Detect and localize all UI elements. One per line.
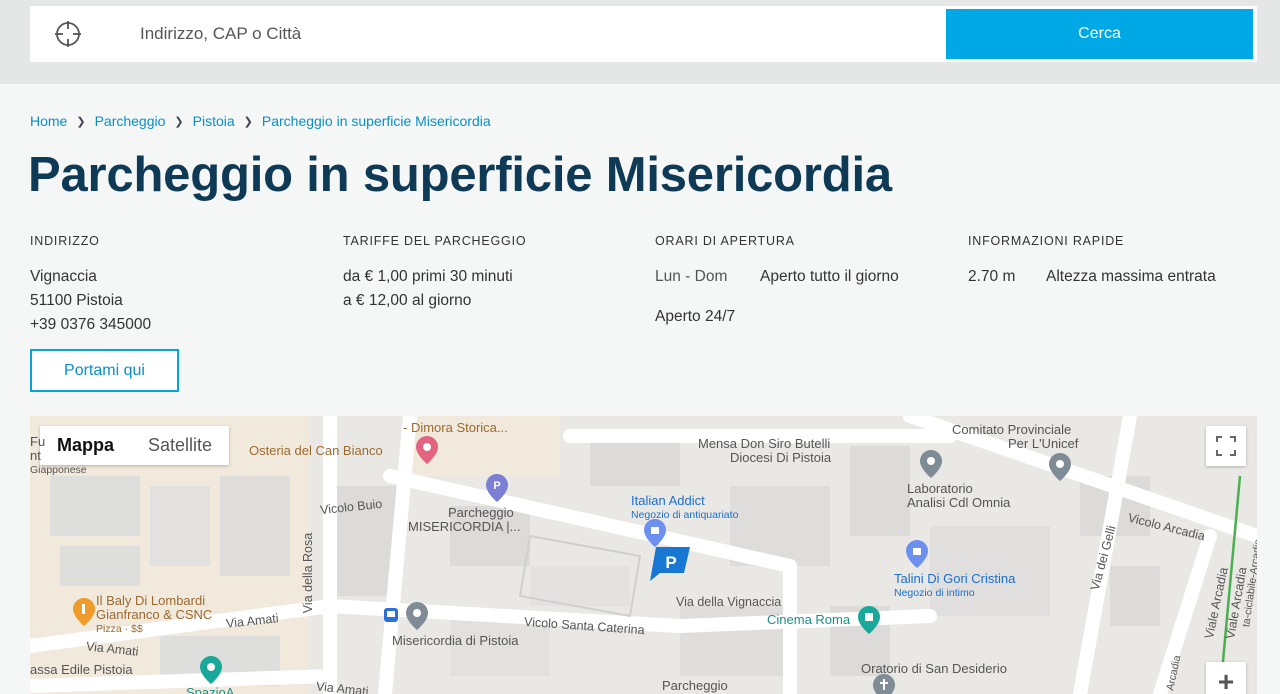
map-label: Comitato Provinciale	[952, 422, 1072, 437]
search-box: Cerca	[30, 6, 1257, 62]
chevron-right-icon: ❯	[174, 115, 184, 128]
parking-pin-icon[interactable]: P	[486, 474, 508, 502]
breadcrumb: Home ❯ Parcheggio ❯ Pistoia ❯ Parcheggio…	[30, 113, 491, 129]
address-street: Vignaccia	[30, 268, 97, 285]
breadcrumb-pistoia[interactable]: Pistoia	[193, 113, 235, 129]
svg-text:P: P	[493, 480, 500, 492]
tariff-line: a € 12,00 al giorno	[343, 292, 472, 309]
map-type-control: Mappa Satellite	[40, 426, 230, 465]
address-phone: +39 0376 345000	[30, 316, 152, 333]
hours-extra: Aperto 24/7	[655, 308, 736, 325]
map-label: Parcheggio	[448, 505, 514, 520]
map-label: - Dimora Storica...	[403, 420, 508, 435]
tariffs-section: TARIFFE DEL PARCHEGGIO da € 1,00 primi 3…	[343, 234, 526, 313]
map-label: SpazioA	[186, 685, 235, 694]
cinema-pin-icon[interactable]	[858, 606, 880, 634]
map-label: Diocesi Di Pistoia	[730, 450, 832, 465]
map-label: Oratorio di San Desiderio	[861, 661, 1007, 676]
map-label: Il Baly Di Lombardi	[96, 593, 206, 608]
hours-section: ORARI DI APERTURA Lun - Dom Aperto tutto…	[655, 234, 899, 329]
map-label: Cinema Roma	[767, 612, 851, 627]
map-label: assa Edile Pistoia	[30, 662, 133, 677]
poi-pin-icon[interactable]	[416, 436, 438, 464]
poi-pin-icon[interactable]	[200, 656, 222, 684]
bus-stop-icon[interactable]	[384, 608, 398, 622]
hours-days: Lun - Dom	[655, 268, 728, 285]
church-pin-icon[interactable]	[873, 674, 895, 694]
hours-header: ORARI DI APERTURA	[655, 234, 795, 248]
fullscreen-icon	[1216, 436, 1236, 456]
shop-pin-icon[interactable]	[644, 519, 666, 547]
zoom-in-button[interactable]: +	[1206, 662, 1246, 694]
map-label: Osteria del Can Bianco	[249, 443, 383, 458]
map-type-map[interactable]: Mappa	[40, 426, 131, 465]
poi-pin-icon[interactable]	[1049, 453, 1071, 481]
poi-pin-icon[interactable]	[406, 602, 428, 630]
address-header: INDIRIZZO	[30, 234, 100, 248]
quick-info-section: INFORMAZIONI RAPIDE 2.70 m Altezza massi…	[968, 234, 1216, 289]
directions-button[interactable]: Portami qui	[30, 349, 179, 392]
chevron-right-icon: ❯	[76, 115, 86, 128]
street-label: Via della Rosa	[301, 532, 316, 614]
map-label: Pizza · $$	[96, 623, 143, 635]
restaurant-pin-icon[interactable]	[73, 598, 95, 626]
poi-pin-icon[interactable]	[920, 450, 942, 478]
locate-icon[interactable]	[54, 20, 82, 48]
address-city: 51100 Pistoia	[30, 292, 123, 309]
map-label: nt	[30, 448, 41, 463]
shop-pin-icon[interactable]	[906, 540, 928, 568]
map-label: Per L'Unicef	[1008, 436, 1079, 451]
breadcrumb-parcheggio[interactable]: Parcheggio	[95, 113, 166, 129]
map-label: Analisi Cdl Omnia	[907, 495, 1011, 510]
tariffs-header: TARIFFE DEL PARCHEGGIO	[343, 234, 527, 248]
search-input[interactable]	[140, 6, 940, 62]
search-bar-area: Cerca	[0, 0, 1280, 84]
hours-value: Aperto tutto il giorno	[760, 268, 899, 285]
map-label: Laboratorio	[907, 481, 973, 496]
svg-text:P: P	[665, 553, 676, 572]
map-label: Misericordia di Pistoia	[392, 633, 519, 648]
map-label: Gianfranco & CSNC	[96, 607, 213, 622]
parking-marker-icon[interactable]: P	[650, 547, 690, 581]
chevron-right-icon: ❯	[243, 115, 253, 128]
fullscreen-button[interactable]	[1206, 426, 1246, 466]
map-label: Fu	[30, 434, 46, 449]
map-type-satellite[interactable]: Satellite	[131, 426, 229, 465]
breadcrumb-current[interactable]: Parcheggio in superficie Misericordia	[262, 113, 491, 129]
quick-info-header: INFORMAZIONI RAPIDE	[968, 234, 1125, 248]
map-label: Parcheggio	[662, 678, 728, 693]
map-label: Negozio di antiquariato	[631, 509, 739, 521]
address-section: INDIRIZZO Vignaccia 51100 Pistoia +39 03…	[30, 234, 151, 337]
map-label: Mensa Don Siro Butelli	[698, 436, 831, 451]
map-label: Negozio di intimo	[894, 587, 975, 599]
map-label: Giapponese	[30, 464, 87, 476]
search-button[interactable]: Cerca	[946, 9, 1253, 59]
map-label: Talini Di Gori Cristina	[894, 571, 1016, 586]
breadcrumb-home[interactable]: Home	[30, 113, 67, 129]
max-height-label: Altezza massima entrata	[1046, 268, 1216, 285]
tariff-line: da € 1,00 primi 30 minuti	[343, 268, 513, 285]
map[interactable]: Mappa Satellite + P P - Dimora Storica..…	[30, 416, 1257, 694]
page-title: Parcheggio in superficie Misericordia	[28, 148, 892, 202]
map-label: MISERICORDIA |...	[408, 519, 521, 534]
max-height-value: 2.70 m	[968, 268, 1016, 285]
map-label: Italian Addict	[631, 493, 705, 508]
street-label: Via della Vignaccia	[676, 595, 782, 609]
